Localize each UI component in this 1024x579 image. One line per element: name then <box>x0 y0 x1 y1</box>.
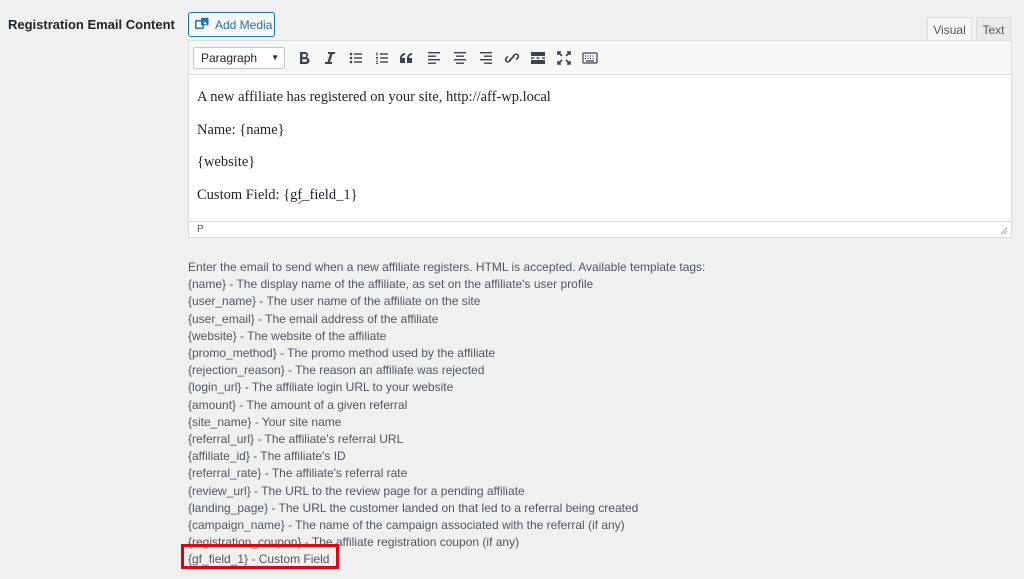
numbered-list-icon <box>376 52 388 64</box>
link-icon <box>504 52 520 63</box>
add-media-label: Add Media <box>215 17 273 32</box>
editor-status-bar: P <box>189 221 1011 237</box>
numbered-list-button[interactable] <box>369 45 395 71</box>
template-tag-item: {user_email} - The email address of the … <box>188 311 439 326</box>
resize-handle-icon[interactable] <box>1000 227 1008 235</box>
template-tag-item: {login_url} - The affiliate login URL to… <box>188 380 454 395</box>
editor-content[interactable]: A new affiliate has registered on your s… <box>189 75 1011 221</box>
template-tag-item: {rejection_reason} - The reason an affil… <box>188 363 485 378</box>
fullscreen-button[interactable] <box>551 45 577 71</box>
blockquote-icon <box>400 52 412 63</box>
insert-link-button[interactable] <box>499 45 525 71</box>
tab-text[interactable]: Text <box>976 17 1011 41</box>
align-right-icon <box>480 51 492 64</box>
add-media-button[interactable]: Add Media <box>188 12 275 37</box>
template-tag-item: {name} - The display name of the affilia… <box>188 277 594 292</box>
editor-toolbar: Paragraph ▼ <box>189 41 1011 75</box>
template-tag-item: {site_name} - Your site name <box>188 414 342 429</box>
chevron-down-icon: ▼ <box>271 53 279 62</box>
blockquote-button[interactable] <box>395 45 421 71</box>
bulleted-list-button[interactable] <box>343 45 369 71</box>
template-tag-item: {review_url} - The URL to the review pag… <box>188 483 525 498</box>
content-paragraph: {website} <box>197 154 256 170</box>
template-tag-item: {landing_page} - The URL the customer la… <box>188 500 639 515</box>
align-center-button[interactable] <box>447 45 473 71</box>
bulleted-list-icon <box>349 52 362 63</box>
template-tag-item: {campaign_name} - The name of the campai… <box>188 518 625 533</box>
custom-field-text-prefix: Custom Field: { <box>197 186 291 203</box>
template-tag-item: {amount} - The amount of a given referra… <box>188 397 408 412</box>
format-select[interactable]: Paragraph ▼ <box>193 46 285 69</box>
italic-icon <box>325 51 335 64</box>
template-tag-item: {promo_method} - The promo method used b… <box>188 346 496 361</box>
italic-button[interactable] <box>317 45 343 71</box>
rich-text-editor: Paragraph ▼ A new affiliate has register… <box>188 40 1012 238</box>
read-more-button[interactable] <box>525 45 551 71</box>
field-description: Enter the email to send when a new affil… <box>188 259 705 569</box>
read-more-icon <box>531 51 545 64</box>
custom-field-text-suffix: _field_1} <box>302 186 358 203</box>
media-icon <box>195 17 209 29</box>
bold-icon <box>300 51 310 64</box>
template-tag-item: {affiliate_id} - The affiliate's ID <box>188 449 346 464</box>
keyboard-icon <box>582 51 598 64</box>
template-tag-item: {referral_rate} - The affiliate's referr… <box>188 466 408 481</box>
bold-button[interactable] <box>291 45 317 71</box>
spellcheck-flag: gf <box>290 186 303 203</box>
tab-visual[interactable]: Visual <box>927 17 972 41</box>
align-left-icon <box>428 51 440 64</box>
highlight-annotation <box>181 544 339 569</box>
template-tag-item: {user_name} - The user name of the affil… <box>188 294 481 309</box>
content-paragraph: Name: {name} <box>197 121 285 138</box>
fullscreen-icon <box>557 50 571 65</box>
align-center-icon <box>454 51 466 64</box>
align-left-button[interactable] <box>421 45 447 71</box>
format-select-value: Paragraph <box>201 50 258 65</box>
field-label: Registration Email Content <box>8 17 175 32</box>
content-paragraph: A new affiliate has registered on your s… <box>197 89 551 105</box>
description-intro: Enter the email to send when a new affil… <box>188 260 706 274</box>
align-right-button[interactable] <box>473 45 499 71</box>
element-path[interactable]: P <box>197 224 204 235</box>
content-paragraph: Custom Field: {gf_field_1} <box>197 187 1003 203</box>
template-tag-item: {referral_url} - The affiliate's referra… <box>188 432 404 447</box>
template-tag-list: {name} - The display name of the affilia… <box>188 276 705 568</box>
template-tag-item: {website} - The website of the affiliate <box>188 328 387 343</box>
toolbar-toggle-button[interactable] <box>577 45 603 71</box>
